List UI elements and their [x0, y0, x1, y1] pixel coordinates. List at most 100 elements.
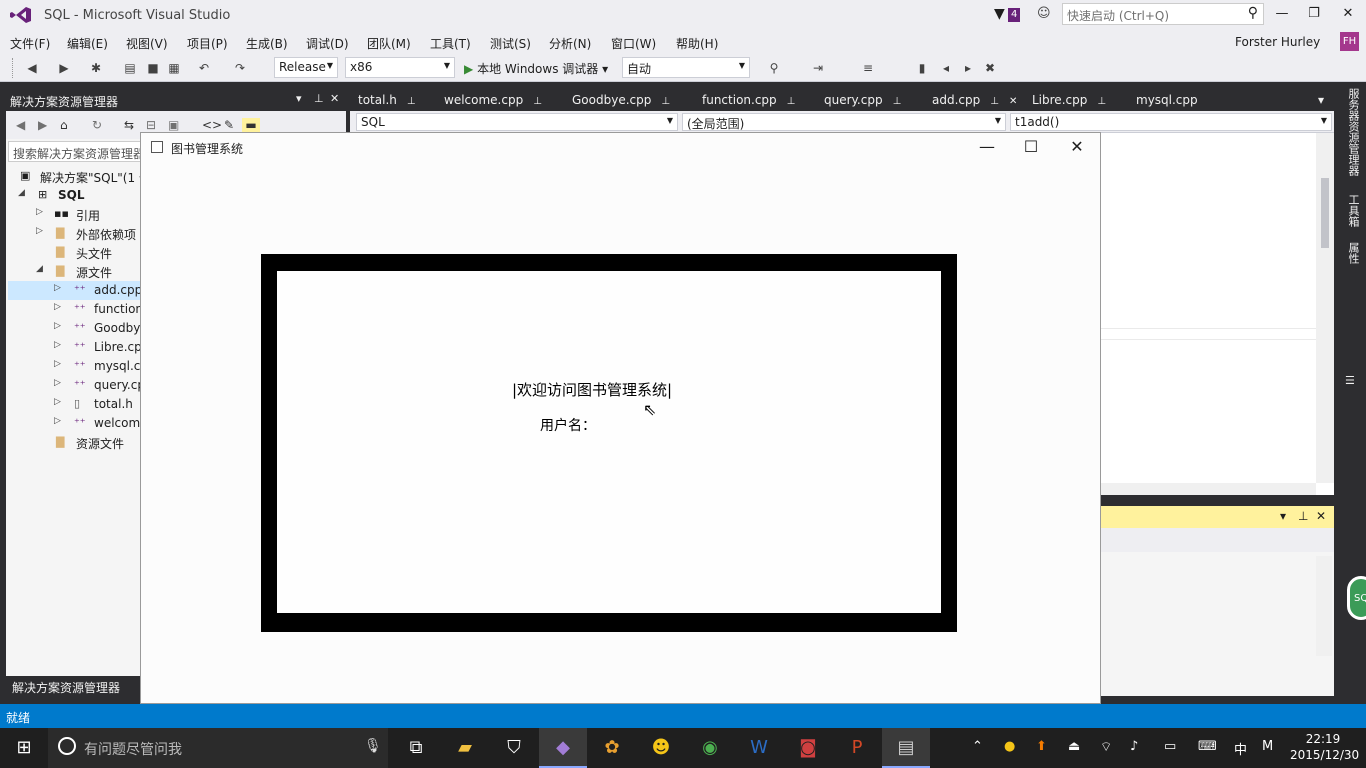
sync-icon[interactable]: ⇆ — [124, 118, 134, 132]
tab-goodbye-cpp[interactable]: Goodbye.cpp ⊥ — [564, 89, 678, 111]
menu-project[interactable]: 项目(P) — [187, 35, 228, 52]
open-file-icon[interactable]: ▤ — [122, 60, 138, 76]
configuration-select[interactable]: Release ▼ — [274, 57, 338, 78]
pin-icon[interactable]: ⊥ — [893, 96, 902, 107]
tray-app-icon[interactable]: ● — [1004, 739, 1015, 754]
menu-debug[interactable]: 调试(D) — [306, 35, 349, 52]
windows-start-icon[interactable]: ⊞ — [0, 728, 48, 768]
qq-icon[interactable]: ☻ — [637, 728, 685, 768]
platform-select[interactable]: x86 ▼ — [345, 57, 455, 78]
expanded-arrow-icon[interactable]: ◢ — [36, 264, 43, 274]
list-icon[interactable]: ☰ — [1345, 374, 1355, 387]
collapse-icon[interactable]: ⊟ — [146, 118, 156, 132]
save-all-icon[interactable]: ▦ — [166, 60, 182, 76]
collapsed-arrow-icon[interactable]: ▷ — [36, 207, 43, 217]
panel-menu-icon[interactable]: ▾ — [296, 92, 302, 105]
cortana-search-box[interactable]: 有问题尽管问我 🎙 — [48, 728, 388, 768]
tab-query-cpp[interactable]: query.cpp ⊥ — [816, 89, 909, 111]
user-name[interactable]: Forster Hurley — [1235, 35, 1320, 49]
pin-icon[interactable]: ⊥ — [661, 96, 670, 107]
chrome-icon[interactable]: ◉ — [686, 728, 734, 768]
project-dropdown[interactable]: SQL ▼ — [356, 113, 678, 131]
menu-tools[interactable]: 工具(T) — [430, 35, 471, 52]
step-icon[interactable]: ⇥ — [810, 60, 826, 76]
properties-wrench-icon[interactable]: ✎ — [224, 118, 234, 132]
menu-build[interactable]: 生成(B) — [246, 35, 288, 52]
clock[interactable]: 22:19 2015/12/30 — [1290, 731, 1359, 763]
code-editor[interactable] — [1100, 133, 1334, 495]
toolbox-tab[interactable]: 工具箱 — [1345, 194, 1361, 227]
next-bookmark-icon[interactable]: ▸ — [960, 60, 976, 76]
prev-bookmark-icon[interactable]: ◂ — [938, 60, 954, 76]
restore-button[interactable]: ❐ — [1300, 6, 1328, 24]
microphone-icon[interactable]: 🎙 — [364, 738, 382, 754]
collapsed-arrow-icon[interactable]: ▷ — [54, 359, 61, 369]
pin-icon[interactable]: ⊥ — [990, 96, 999, 107]
server-explorer-tab[interactable]: 服务器资源管理器 — [1345, 88, 1361, 176]
bookmark-icon[interactable]: ▮ — [914, 60, 930, 76]
volume-icon[interactable]: ♪ — [1130, 739, 1138, 754]
panel-close-icon[interactable]: ✕ — [1316, 509, 1326, 523]
recorder-icon[interactable]: ◙ — [784, 728, 832, 768]
word-icon[interactable]: W — [735, 728, 783, 768]
dialog-maximize-button[interactable]: ☐ — [1016, 137, 1046, 156]
tab-total-h[interactable]: total.h ⊥ — [350, 89, 424, 111]
forward-icon[interactable]: ▶ — [38, 118, 47, 132]
close-button[interactable]: ✕ — [1334, 6, 1362, 24]
powerpoint-icon[interactable]: P — [833, 728, 881, 768]
pinwheel-app-icon[interactable]: ✿ — [588, 728, 636, 768]
dialog-minimize-button[interactable]: — — [972, 137, 1002, 156]
pin-icon[interactable]: ⊥ — [533, 96, 542, 107]
properties-tab[interactable]: 属性 — [1345, 242, 1361, 264]
menu-file[interactable]: 文件(F) — [10, 35, 50, 52]
toolbar-grip[interactable] — [12, 58, 15, 78]
minimize-button[interactable]: — — [1268, 6, 1296, 24]
panel-menu-icon[interactable]: ▾ — [1280, 509, 1286, 523]
clear-bookmarks-icon[interactable]: ✖ — [982, 60, 998, 76]
forward-icon[interactable]: ▶ — [56, 60, 72, 76]
tray-usb-icon[interactable]: ⏏ — [1068, 739, 1080, 754]
scrollbar-thumb[interactable] — [1321, 178, 1329, 248]
action-center-icon[interactable]: ▭ — [1164, 739, 1176, 754]
collapsed-arrow-icon[interactable]: ▷ — [54, 378, 61, 388]
collapsed-arrow-icon[interactable]: ▷ — [54, 302, 61, 312]
ime-mode-indicator[interactable]: M — [1262, 739, 1273, 754]
save-icon[interactable]: ■ — [145, 60, 161, 76]
ime-indicator[interactable]: 中 — [1234, 739, 1247, 758]
store-icon[interactable]: ⛉ — [490, 728, 538, 768]
home-icon[interactable]: ⌂ — [60, 118, 68, 132]
menu-help[interactable]: 帮助(H) — [676, 35, 718, 52]
menu-analyze[interactable]: 分析(N) — [549, 35, 591, 52]
floating-badge-icon[interactable]: SQ — [1347, 576, 1366, 620]
running-app-taskbar-icon[interactable]: ▤ — [882, 728, 930, 768]
editor-vertical-scrollbar[interactable] — [1316, 133, 1334, 483]
collapsed-arrow-icon[interactable]: ▷ — [54, 416, 61, 426]
tab-welcome-cpp[interactable]: welcome.cpp ⊥ — [436, 89, 550, 111]
preview-icon[interactable]: ▬ — [242, 118, 260, 132]
editor-horizontal-scrollbar[interactable] — [1100, 483, 1316, 495]
back-icon[interactable]: ◀ — [24, 60, 40, 76]
find-icon[interactable]: ⚲ — [766, 60, 782, 76]
collapsed-arrow-icon[interactable]: ▷ — [54, 340, 61, 350]
menu-view[interactable]: 视图(V) — [126, 35, 168, 52]
scope-dropdown[interactable]: (全局范围) ▼ — [682, 113, 1006, 131]
close-icon[interactable]: ✕ — [1009, 96, 1017, 107]
member-dropdown[interactable]: t1add() ▼ — [1010, 113, 1332, 131]
collapsed-arrow-icon[interactable]: ▷ — [36, 226, 43, 236]
redo-icon[interactable]: ↷ — [232, 60, 248, 76]
wifi-icon[interactable]: ⌔ — [1100, 739, 1112, 755]
panel-close-icon[interactable]: ✕ — [330, 92, 339, 105]
feedback-icon[interactable]: ☺ — [1037, 6, 1053, 22]
code-icon[interactable]: <> — [202, 118, 222, 132]
avatar[interactable]: FH — [1340, 32, 1359, 51]
keyboard-icon[interactable]: ⌨ — [1198, 739, 1217, 754]
tray-expand-icon[interactable]: ⌃ — [972, 739, 983, 754]
start-debugging-button[interactable]: ▶ 本地 Windows 调试器 ▾ — [464, 60, 608, 77]
undo-icon[interactable]: ↶ — [196, 60, 212, 76]
notifications-button[interactable]: ▼ 4 — [994, 6, 1026, 24]
menu-edit[interactable]: 编辑(E) — [67, 35, 108, 52]
collapsed-arrow-icon[interactable]: ▷ — [54, 321, 61, 331]
tab-overflow-icon[interactable]: ▾ — [1310, 89, 1332, 111]
show-all-icon[interactable]: ▣ — [168, 118, 179, 132]
output-scrollbar[interactable] — [1316, 556, 1332, 656]
